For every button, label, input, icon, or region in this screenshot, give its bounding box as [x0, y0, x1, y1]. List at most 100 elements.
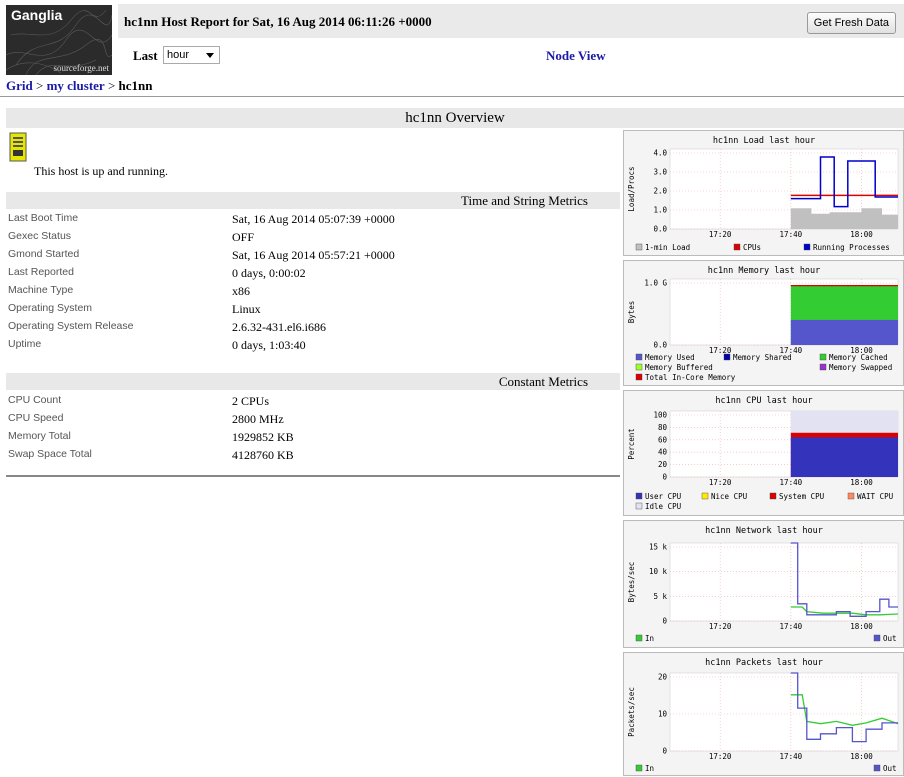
x-tick-label: 17:20 [709, 752, 732, 761]
y-tick-label: 0 [662, 473, 667, 482]
graph-title: hc1nn Memory last hour [708, 266, 821, 276]
constant-metrics-header: Constant Metrics [6, 373, 620, 390]
legend-swatch [635, 363, 643, 371]
range-label: Last [133, 48, 158, 63]
legend-swatch [733, 243, 741, 251]
legend-swatch [635, 502, 643, 510]
cpu-graph[interactable]: hc1nn CPU last hour Percent 100 80 60 40 20 0 17… [623, 390, 904, 516]
divider [6, 475, 620, 477]
y-tick-label: 40 [658, 448, 668, 457]
legend-label: Out [883, 634, 897, 643]
legend-label: Memory Shared [733, 353, 792, 362]
y-tick-label: 0.0 [653, 225, 667, 234]
legend-label: WAIT CPU [857, 492, 893, 501]
legend-swatch [803, 243, 811, 251]
x-tick-label: 17:40 [780, 478, 803, 487]
metric-name: CPU Count [8, 394, 62, 406]
metric-value: Sat, 16 Aug 2014 05:07:39 +0000 [232, 212, 395, 226]
metric-row: Memory Total 1929852 KB [8, 430, 608, 447]
legend-swatch [635, 373, 643, 381]
legend-label: Nice CPU [711, 492, 747, 501]
metric-value: 0 days, 0:00:02 [232, 266, 306, 280]
y-axis-label: Bytes [627, 301, 636, 324]
plot-area [669, 672, 899, 752]
logo-title: Ganglia [11, 7, 63, 23]
metric-row: Operating System Release 2.6.32-431.el6.i… [8, 320, 608, 337]
x-tick-label: 17:40 [780, 622, 803, 631]
metric-row: Last Reported 0 days, 0:00:02 [8, 266, 608, 283]
y-tick-label: 0.0 [653, 341, 667, 350]
x-tick-label: 18:00 [850, 622, 873, 631]
metric-row: Machine Type x86 [8, 284, 608, 301]
y-tick-label: 1.0 [653, 206, 667, 215]
packets-graph[interactable]: hc1nn Packets last hour Packets/sec 20 10 0 1… [623, 652, 904, 776]
y-tick-label: 20 [658, 460, 668, 469]
metric-name: Memory Total [8, 430, 71, 442]
legend-label: Out [883, 764, 897, 773]
breadcrumb-separator: > [107, 78, 116, 93]
metric-value: x86 [232, 284, 250, 298]
get-fresh-data-button[interactable]: Get Fresh Data [806, 12, 896, 34]
y-tick-label: 0 [662, 747, 667, 756]
overview-title: hc1nn Overview [405, 110, 505, 126]
breadcrumb-grid-link[interactable]: Grid [6, 78, 33, 93]
range-select[interactable]: hour [163, 46, 220, 64]
ganglia-logo[interactable]: Ganglia sourceforge.net [6, 5, 112, 75]
legend-swatch [819, 363, 827, 371]
metric-value: 2.6.32-431.el6.i686 [232, 320, 326, 334]
legend-swatch [847, 492, 855, 500]
title-bar: hc1nn Host Report for Sat, 16 Aug 2014 0… [118, 4, 904, 38]
metric-value: OFF [232, 230, 255, 244]
x-tick-label: 17:20 [709, 622, 732, 631]
legend-label: User CPU [645, 492, 681, 501]
overview-header: hc1nn Overview [6, 108, 904, 128]
y-axis-label: Load/Procs [627, 166, 636, 211]
metric-value: Linux [232, 302, 261, 316]
memory-graph[interactable]: hc1nn Memory last hour Bytes 1.0 G 0.0 17:20… [623, 260, 904, 386]
legend-label: 1-min Load [645, 243, 690, 252]
x-tick-label: 17:40 [780, 752, 803, 761]
breadcrumb-separator: > [35, 78, 44, 93]
legend-label: Memory Cached [829, 353, 888, 362]
metric-name: Swap Space Total [8, 448, 92, 460]
metric-name: Machine Type [8, 284, 74, 296]
network-graph[interactable]: hc1nn Network last hour Bytes/sec 15 k 10 k… [623, 520, 904, 648]
legend-label: CPUs [743, 243, 761, 252]
y-tick-label: 0 [662, 617, 667, 626]
metric-row: Last Boot Time Sat, 16 Aug 2014 05:07:39 … [8, 212, 608, 229]
legend-label: System CPU [779, 492, 824, 501]
y-tick-label: 100 [653, 411, 667, 420]
legend-swatch [635, 492, 643, 500]
y-axis-label: Percent [627, 428, 636, 460]
chevron-down-icon [206, 53, 214, 58]
metric-name: Gexec Status [8, 230, 72, 242]
plot-area [669, 542, 899, 622]
metric-row: CPU Count 2 CPUs [8, 394, 608, 411]
graph-title: hc1nn CPU last hour [715, 396, 812, 406]
y-tick-label: 4.0 [653, 149, 667, 158]
legend-swatch [769, 492, 777, 500]
node-view-link[interactable]: Node View [546, 48, 606, 64]
graph-title: hc1nn Network last hour [705, 526, 823, 536]
metric-row: Uptime 0 days, 1:03:40 [8, 338, 608, 355]
x-tick-label: 17:20 [709, 346, 732, 355]
header: Ganglia sourceforge.net hc1nn Host Repor… [0, 0, 904, 76]
legend-label: In [645, 764, 654, 773]
section-title: Time and String Metrics [461, 193, 588, 208]
breadcrumb-cluster-link[interactable]: my cluster [47, 78, 105, 93]
metric-value: Sat, 16 Aug 2014 05:57:21 +0000 [232, 248, 395, 262]
x-tick-label: 17:20 [709, 478, 732, 487]
breadcrumb: Grid > my cluster > hc1nn [6, 78, 153, 94]
metric-row: CPU Speed 2800 MHz [8, 412, 608, 429]
x-tick-label: 18:00 [850, 478, 873, 487]
graph-title: hc1nn Load last hour [713, 136, 815, 146]
legend-swatch [701, 492, 709, 500]
load-graph[interactable]: hc1nn Load last hour Load/Procs 4.0 3.0 2.0 1… [623, 130, 904, 256]
y-tick-label: 10 k [649, 567, 668, 576]
metric-row: Swap Space Total 4128760 KB [8, 448, 608, 465]
y-tick-label: 5 k [653, 592, 667, 601]
metric-row: Gexec Status OFF [8, 230, 608, 247]
memory-used-area [790, 319, 898, 345]
metric-value: 2 CPUs [232, 394, 270, 408]
y-tick-label: 60 [658, 435, 668, 444]
